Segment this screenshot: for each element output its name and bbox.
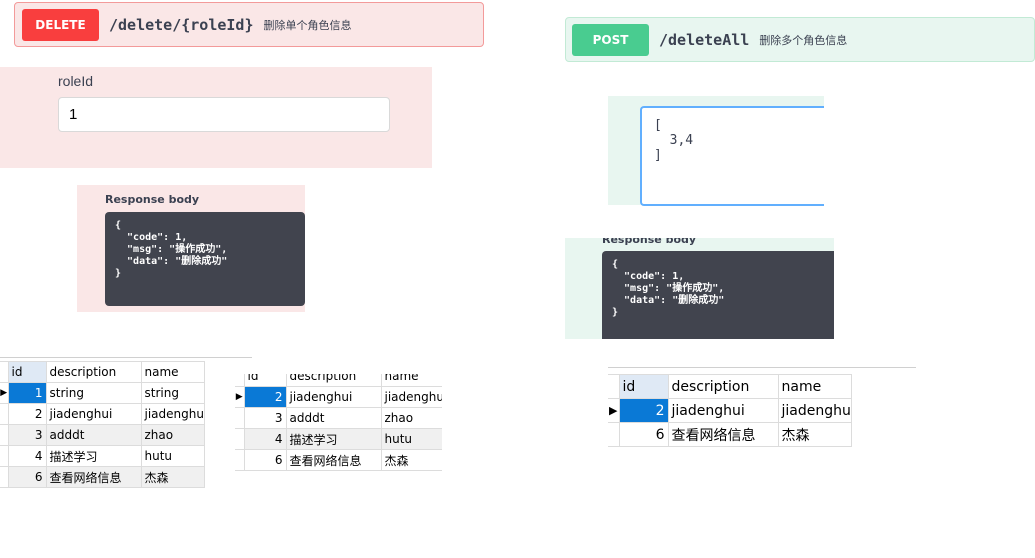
cell-id[interactable]: 6 bbox=[7, 466, 47, 488]
cell-description[interactable]: 查看网络信息 bbox=[285, 449, 382, 471]
request-body-editor[interactable]: [ 3,4 ] bbox=[640, 106, 824, 206]
roleid-input[interactable]: 1 bbox=[58, 97, 390, 132]
table-row[interactable]: 6 查看网络信息 杰森 bbox=[235, 449, 442, 471]
cell-id[interactable]: 3 bbox=[7, 424, 47, 446]
cell-description[interactable]: 描述学习 bbox=[285, 428, 382, 450]
cell-id[interactable]: 2 bbox=[618, 398, 669, 423]
row-pointer-icon: ▶ bbox=[608, 398, 620, 423]
cell-name[interactable]: zhao bbox=[380, 407, 442, 429]
cell-name[interactable]: 杰森 bbox=[380, 449, 442, 471]
table-row[interactable]: 3 adddt zhao bbox=[235, 407, 442, 429]
column-header-id[interactable]: id bbox=[618, 374, 669, 399]
row-indicator bbox=[608, 374, 620, 399]
grid1-toolbar-line bbox=[0, 357, 252, 358]
cell-name[interactable]: jiadenghu bbox=[777, 398, 852, 423]
table-before-delete: id description name ▶ 1 string string 2 … bbox=[0, 361, 205, 488]
cell-name[interactable]: jiadenghu bbox=[380, 386, 442, 408]
cell-name[interactable]: hutu bbox=[380, 428, 442, 450]
row-indicator bbox=[235, 449, 245, 471]
cell-id[interactable]: 6 bbox=[243, 449, 287, 471]
row-indicator bbox=[235, 374, 245, 387]
cell-name[interactable]: jiadenghu bbox=[140, 403, 205, 425]
post-request-panel: [ 3,4 ] bbox=[608, 96, 824, 206]
row-indicator bbox=[235, 407, 245, 429]
post-response-title: Response body bbox=[602, 238, 697, 246]
cell-name[interactable]: zhao bbox=[140, 424, 205, 446]
table-after-multi-delete: id description name ▶ 2 jiadenghui jiade… bbox=[608, 374, 852, 447]
row-indicator bbox=[0, 403, 9, 425]
cell-description[interactable]: adddt bbox=[285, 407, 382, 429]
cell-description[interactable]: adddt bbox=[45, 424, 142, 446]
roleid-label: roleId bbox=[58, 73, 94, 89]
row-indicator bbox=[0, 445, 9, 467]
column-header-name[interactable]: name bbox=[140, 361, 205, 383]
table-row[interactable]: 6 查看网络信息 杰森 bbox=[0, 466, 205, 488]
cell-id[interactable]: 4 bbox=[7, 445, 47, 467]
row-indicator bbox=[0, 424, 9, 446]
column-header-name[interactable]: name bbox=[777, 374, 852, 399]
cell-name[interactable]: string bbox=[140, 382, 205, 404]
column-header-name[interactable]: name bbox=[380, 374, 442, 387]
table-header-row: id description name bbox=[608, 374, 852, 399]
cell-id[interactable]: 1 bbox=[7, 382, 47, 404]
column-header-id[interactable]: id bbox=[243, 374, 287, 387]
delete-params-panel: roleId 1 bbox=[0, 67, 432, 168]
delete-method-badge: DELETE bbox=[22, 8, 99, 41]
cell-id[interactable]: 3 bbox=[243, 407, 287, 429]
delete-op-summary: 删除单个角色信息 bbox=[263, 18, 352, 32]
delete-response-title: Response body bbox=[105, 193, 200, 206]
cell-name[interactable]: 杰森 bbox=[777, 422, 852, 447]
table-row[interactable]: 6 查看网络信息 杰森 bbox=[608, 422, 852, 447]
cell-description[interactable]: jiadenghui bbox=[667, 398, 779, 423]
post-response-body: { "code": 1, "msg": "操作成功", "data": "删除成… bbox=[602, 251, 834, 339]
delete-op-bar[interactable]: DELETE /delete/{roleId} 删除单个角色信息 bbox=[14, 2, 484, 47]
column-header-description[interactable]: description bbox=[667, 374, 779, 399]
cell-name[interactable]: 杰森 bbox=[140, 466, 205, 488]
post-response-panel: Response body { "code": 1, "msg": "操作成功"… bbox=[565, 238, 834, 339]
cell-id[interactable]: 6 bbox=[618, 422, 669, 447]
post-op-bar[interactable]: POST /deleteAll 删除多个角色信息 bbox=[565, 17, 1035, 62]
delete-response-body: { "code": 1, "msg": "操作成功", "data": "删除成… bbox=[105, 212, 305, 306]
table-row[interactable]: 3 adddt zhao bbox=[0, 424, 205, 446]
post-op-path: /deleteAll bbox=[659, 30, 750, 49]
table-row[interactable]: ▶ 2 jiadenghui jiadenghu bbox=[608, 398, 852, 423]
table-row[interactable]: ▶ 2 jiadenghui jiadenghu bbox=[235, 386, 442, 408]
table-header-row: id description name bbox=[0, 361, 205, 383]
cell-description[interactable]: string bbox=[45, 382, 142, 404]
delete-op-path: /delete/{roleId} bbox=[109, 15, 254, 34]
table-row[interactable]: 2 jiadenghui jiadenghu bbox=[0, 403, 205, 425]
delete-response-panel: Response body { "code": 1, "msg": "操作成功"… bbox=[77, 185, 305, 312]
table-after-single-delete-viewport: id description name ▶ 2 jiadenghui jiade… bbox=[235, 374, 442, 474]
cell-name[interactable]: hutu bbox=[140, 445, 205, 467]
column-header-id[interactable]: id bbox=[7, 361, 47, 383]
grid3-toolbar-line bbox=[608, 367, 916, 368]
column-header-description[interactable]: description bbox=[45, 361, 142, 383]
row-pointer-icon: ▶ bbox=[0, 382, 9, 404]
column-header-description[interactable]: description bbox=[285, 374, 382, 387]
row-indicator bbox=[608, 422, 620, 447]
cell-description[interactable]: 查看网络信息 bbox=[667, 422, 779, 447]
cell-description[interactable]: jiadenghui bbox=[45, 403, 142, 425]
cell-description[interactable]: 查看网络信息 bbox=[45, 466, 142, 488]
cell-id[interactable]: 2 bbox=[7, 403, 47, 425]
cell-id[interactable]: 2 bbox=[243, 386, 287, 408]
table-after-single-delete: id description name ▶ 2 jiadenghui jiade… bbox=[235, 374, 442, 471]
row-indicator bbox=[235, 428, 245, 450]
table-row[interactable]: 4 描述学习 hutu bbox=[235, 428, 442, 450]
table-row[interactable]: ▶ 1 string string bbox=[0, 382, 205, 404]
row-pointer-icon: ▶ bbox=[235, 386, 245, 408]
post-op-summary: 删除多个角色信息 bbox=[759, 33, 848, 47]
cell-description[interactable]: jiadenghui bbox=[285, 386, 382, 408]
table-header-row: id description name bbox=[235, 374, 442, 387]
row-indicator bbox=[0, 361, 9, 383]
table-row[interactable]: 4 描述学习 hutu bbox=[0, 445, 205, 467]
post-method-badge: POST bbox=[572, 23, 649, 56]
cell-id[interactable]: 4 bbox=[243, 428, 287, 450]
cell-description[interactable]: 描述学习 bbox=[45, 445, 142, 467]
row-indicator bbox=[0, 466, 9, 488]
